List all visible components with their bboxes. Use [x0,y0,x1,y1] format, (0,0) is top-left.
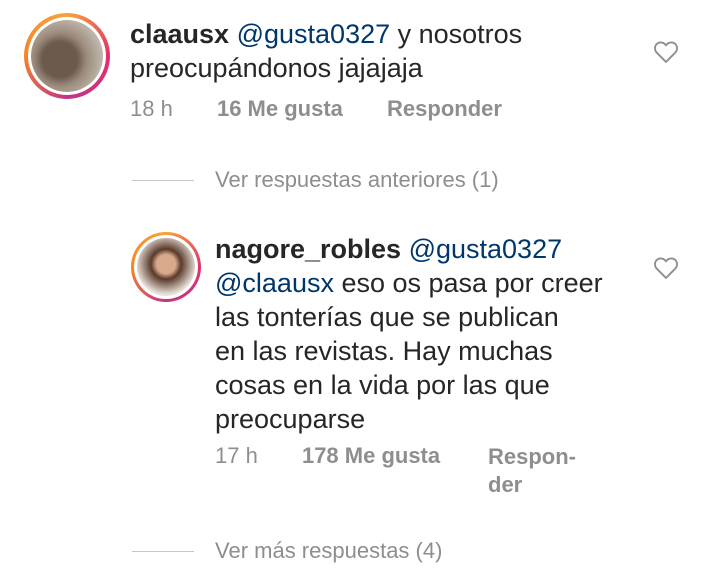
reply-button-line1: Respon- [488,444,576,469]
mention-link[interactable]: @claausx [215,268,334,298]
likes-count[interactable]: 178 Me gusta [302,443,440,468]
comment-body-line2: preocupándonos jajajaja [130,53,423,83]
thread-divider [132,180,194,181]
avatar[interactable] [24,13,110,99]
comment-text: claausx @gusta0327 y nosotros preocupánd… [130,17,610,85]
view-more-replies[interactable]: Ver más respuestas (4) [215,538,442,564]
reply-body-line2: eso os pasa por creer [333,268,603,298]
reply-body-line3: las tonterías que se publican [215,302,559,332]
reply-username[interactable]: nagore_robles [215,234,401,264]
mention-link[interactable]: @gusta0327 [237,19,391,49]
reply-button-line2: der [488,472,523,497]
mention-link[interactable]: @gusta0327 [409,234,563,264]
comment-time: 18 h [130,96,173,121]
view-previous-replies[interactable]: Ver respuestas anteriores (1) [215,167,499,193]
comment-body: y nosotros [390,19,523,49]
comment-username[interactable]: claausx [130,19,229,49]
heart-icon[interactable] [652,254,680,282]
reply-button[interactable]: Respon- der [488,443,576,499]
reply-text: nagore_robles @gusta0327 @claausx eso os… [215,232,635,436]
reply-body-line5: cosas en la vida por las que [215,370,550,400]
thread-divider [132,551,194,552]
comment-meta: 18 h 16 Me gusta Responder [130,96,502,122]
heart-icon[interactable] [652,38,680,66]
likes-count[interactable]: 16 Me gusta [217,96,343,121]
reply-button[interactable]: Responder [387,96,502,121]
reply-body-line4: en las revistas. Hay muchas [215,336,553,366]
avatar[interactable] [131,232,201,302]
reply-time: 17 h [215,443,258,468]
reply-meta: 17 h 178 Me gusta [215,443,440,469]
reply-body-line6: preocuparse [215,404,366,434]
